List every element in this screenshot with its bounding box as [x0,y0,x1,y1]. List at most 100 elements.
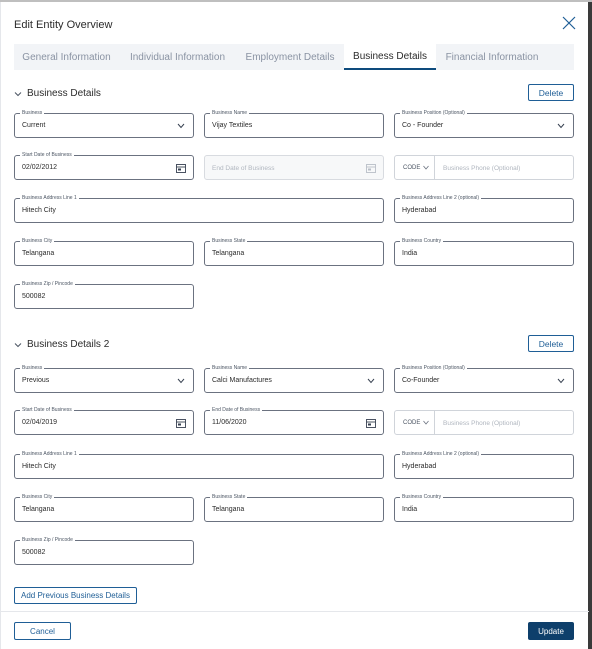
field-label: Business City [20,237,55,245]
end-date-input[interactable]: End Date of Business 11/06/2020 [204,406,384,435]
field-value: Telangana [212,506,245,513]
field-label: Business Address Line 1 [20,194,79,202]
business-select[interactable]: Business Previous [14,364,194,393]
address-line1-input[interactable]: Business Address Line 1 Hitech City [14,450,384,479]
add-previous-business-button[interactable]: Add Previous Business Details [14,587,137,604]
country-code-select[interactable]: CODE [395,411,435,434]
business-phone-field[interactable]: CODE Business Phone (Optional) [394,155,574,180]
business-state-input[interactable]: Business State Telangana [204,493,384,522]
country-code-select[interactable]: CODE [395,156,435,179]
field-label: Start Date of Business [20,406,74,414]
field-value: 500082 [22,549,46,556]
chevron-down-icon [14,342,22,347]
field-value: Hitech City [22,463,56,470]
business-zip-input[interactable]: Business Zip / Pincode 500082 [14,280,194,309]
section-header-business-details-2[interactable]: Business Details 2 [14,339,109,350]
field-value: Previous [22,377,50,384]
field-label: Business Name [210,109,250,117]
field-label: Business Zip / Pincode [20,536,75,544]
tab-business-details[interactable]: Business Details [344,44,436,70]
tab-financial-information[interactable]: Financial Information [436,44,548,70]
field-label: Business State [210,237,248,245]
business-zip-input[interactable]: Business Zip / Pincode 500082 [14,536,194,565]
field-label: Business Position (Optional) [400,109,467,117]
business-name-select[interactable]: Business Name Calci Manufactures [204,364,384,393]
field-label: Business Country [400,493,444,501]
field-value: India [402,250,418,257]
field-label: Business Address Line 1 [20,450,79,458]
tab-bar: General Information Individual Informati… [14,44,574,70]
field-value: Co-Founder [402,377,440,384]
field-value: Calci Manufactures [212,377,272,384]
field-label: Business Address Line 2 (optional) [400,194,481,202]
field-label: Business [20,364,45,372]
business-position-select[interactable]: Business Position (Optional) Co-Founder [394,364,574,393]
field-value: 11/06/2020 [212,419,247,426]
address-line2-input[interactable]: Business Address Line 2 (optional) Hyder… [394,450,574,479]
field-value: Co - Founder [402,122,444,129]
field-label: Business [20,109,45,117]
modal-title: Edit Entity Overview [14,19,113,31]
field-label: Business Country [400,237,444,245]
field-label: Business Name [210,364,250,372]
field-label: Business Address Line 2 (optional) [400,450,481,458]
field-value: Hitech City [22,207,56,214]
address-line2-input[interactable]: Business Address Line 2 (optional) Hyder… [394,194,574,223]
calendar-icon[interactable] [176,163,186,173]
address-line1-input[interactable]: Business Address Line 1 Hitech City [14,194,384,223]
business-city-input[interactable]: Business City Telangana [14,237,194,266]
chevron-down-icon [423,165,430,170]
business-country-input[interactable]: Business Country India [394,493,574,522]
business-state-input[interactable]: Business State Telangana [204,237,384,266]
field-label: Business State [210,493,248,501]
cancel-button[interactable]: Cancel [14,622,71,640]
close-icon[interactable] [562,16,576,30]
field-value: 02/02/2012 [22,164,58,171]
start-date-input[interactable]: Start Date of Business 02/02/2012 [14,151,194,180]
phone-placeholder: Business Phone (Optional) [443,420,521,427]
field-value: Telangana [22,250,55,257]
field-label: End Date of Business [210,406,263,414]
field-label: Start Date of Business [20,151,74,159]
calendar-icon[interactable] [176,418,186,428]
chevron-down-icon [423,420,430,425]
field-placeholder: End Date of Business [212,165,275,172]
chevron-down-icon [177,378,185,384]
tab-employment-details[interactable]: Employment Details [236,44,344,70]
field-label: Business City [20,493,55,501]
country-code-label: CODE [403,164,421,171]
field-value: Current [22,122,46,129]
delete-button[interactable]: Delete [528,335,574,352]
tab-individual-information[interactable]: Individual Information [119,44,236,70]
section-title: Business Details 2 [27,339,110,350]
end-date-input[interactable]: End Date of Business [204,155,384,180]
field-label: Business Zip / Pincode [20,280,75,288]
delete-button[interactable]: Delete [528,84,574,101]
business-country-input[interactable]: Business Country India [394,237,574,266]
field-value: India [402,506,418,513]
business-position-select[interactable]: Business Position (Optional) Co - Founde… [394,109,574,138]
field-label: Business Position (Optional) [400,364,467,372]
chevron-down-icon [367,378,375,384]
tab-general-information[interactable]: General Information [14,44,119,70]
update-button[interactable]: Update [528,622,574,640]
phone-placeholder: Business Phone (Optional) [443,165,521,172]
chevron-down-icon [177,123,185,129]
section-header-business-details[interactable]: Business Details [14,88,101,99]
field-value: 500082 [22,293,46,300]
section-title: Business Details [27,88,101,99]
field-value: Hyderabad [402,207,437,214]
business-phone-field[interactable]: CODE Business Phone (Optional) [394,410,574,435]
country-code-label: CODE [403,419,421,426]
business-select[interactable]: Business Current [14,109,194,138]
field-value: Telangana [22,506,55,513]
business-name-input[interactable]: Business Name Vijay Textiles [204,109,384,138]
calendar-icon [366,164,376,173]
field-value: Hyderabad [402,463,437,470]
calendar-icon[interactable] [366,418,376,428]
field-value: 02/04/2019 [22,419,58,426]
start-date-input[interactable]: Start Date of Business 02/04/2019 [14,406,194,435]
business-city-input[interactable]: Business City Telangana [14,493,194,522]
field-value: Telangana [212,250,245,257]
chevron-down-icon [557,123,565,129]
